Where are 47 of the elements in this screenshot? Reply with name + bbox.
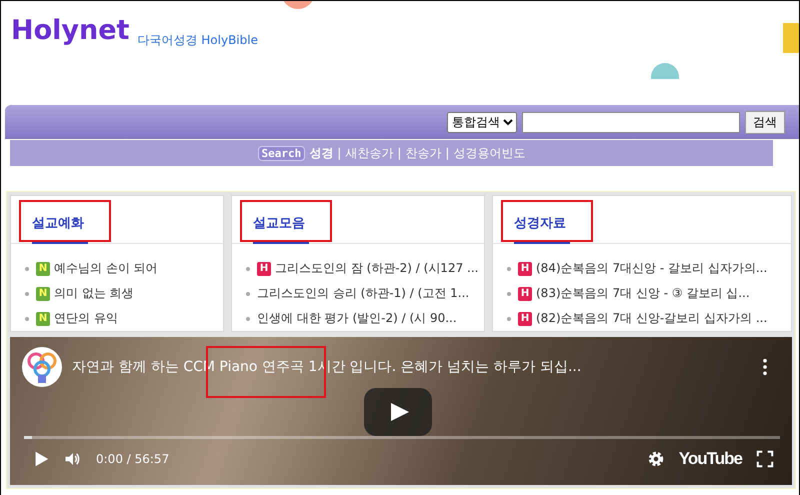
tag: H [518,286,532,300]
post-link[interactable]: 예수님의 손이 되어 [54,260,158,277]
holynet-logo[interactable]: Holynet [11,15,130,46]
bullet-icon [246,292,250,296]
youtube-logo[interactable]: YouTube [678,449,742,469]
post-link[interactable]: (83)순복음의 7대 신앙 - ③ 갈보리 십... [536,285,750,302]
search-button[interactable]: 검색 [745,110,785,134]
bullet-icon [507,292,511,296]
separator: | [445,146,450,160]
tag: H [257,262,271,276]
bullet-icon [25,316,29,320]
bullet-icon [246,266,250,270]
post-link[interactable]: 의미 없는 희생 [54,285,134,302]
tag: N [36,312,50,326]
search-scope-dropdown[interactable]: 통합검색 [447,112,517,132]
settings-icon[interactable] [646,450,665,468]
tag: N [36,286,50,300]
more-options-icon[interactable] [762,358,768,376]
channel-avatar-icon[interactable] [22,347,62,387]
progress-track[interactable] [24,436,780,439]
tag: H [518,262,532,276]
separator: | [337,146,342,160]
board-title[interactable]: 설교모음 [253,214,309,244]
bullet-icon [507,266,511,270]
post-link[interactable]: 그리스도인의 승리 (하관-1) / (고전 1... [257,285,470,302]
play-button-icon[interactable] [364,388,432,436]
post-link[interactable]: 연단의 유익 [54,310,118,327]
post-link[interactable]: 그리스도인의 잠 (하관-2) / (시127 ... [275,260,478,277]
bullet-icon [25,266,29,270]
tag: N [36,262,50,276]
post-link[interactable]: (84)순복음의 7대신앙 - 갈보리 십자가의... [536,260,768,277]
video-time: 0:00 / 56:57 [96,452,170,466]
tagline-link[interactable]: 다국어성경 HolyBible [137,32,258,49]
bullet-icon [246,316,250,320]
fullscreen-icon[interactable] [756,450,774,468]
bullet-icon [25,292,29,296]
board-title[interactable]: 성경자료 [514,214,570,244]
search-label: Search [258,146,306,160]
search-field[interactable] [522,112,740,132]
tag: H [518,312,532,326]
post-link[interactable]: 인생에 대한 평가 (발인-2) / (시 90... [257,310,457,327]
separator: | [397,146,402,160]
decorative-graphic [783,23,799,53]
board-title[interactable]: 설교예화 [32,214,88,244]
post-link[interactable]: (82)순복음의 7대 신앙-갈보리 십자가의 ... [536,310,768,327]
decorative-semicircle [651,63,679,79]
bullet-icon [507,316,511,320]
